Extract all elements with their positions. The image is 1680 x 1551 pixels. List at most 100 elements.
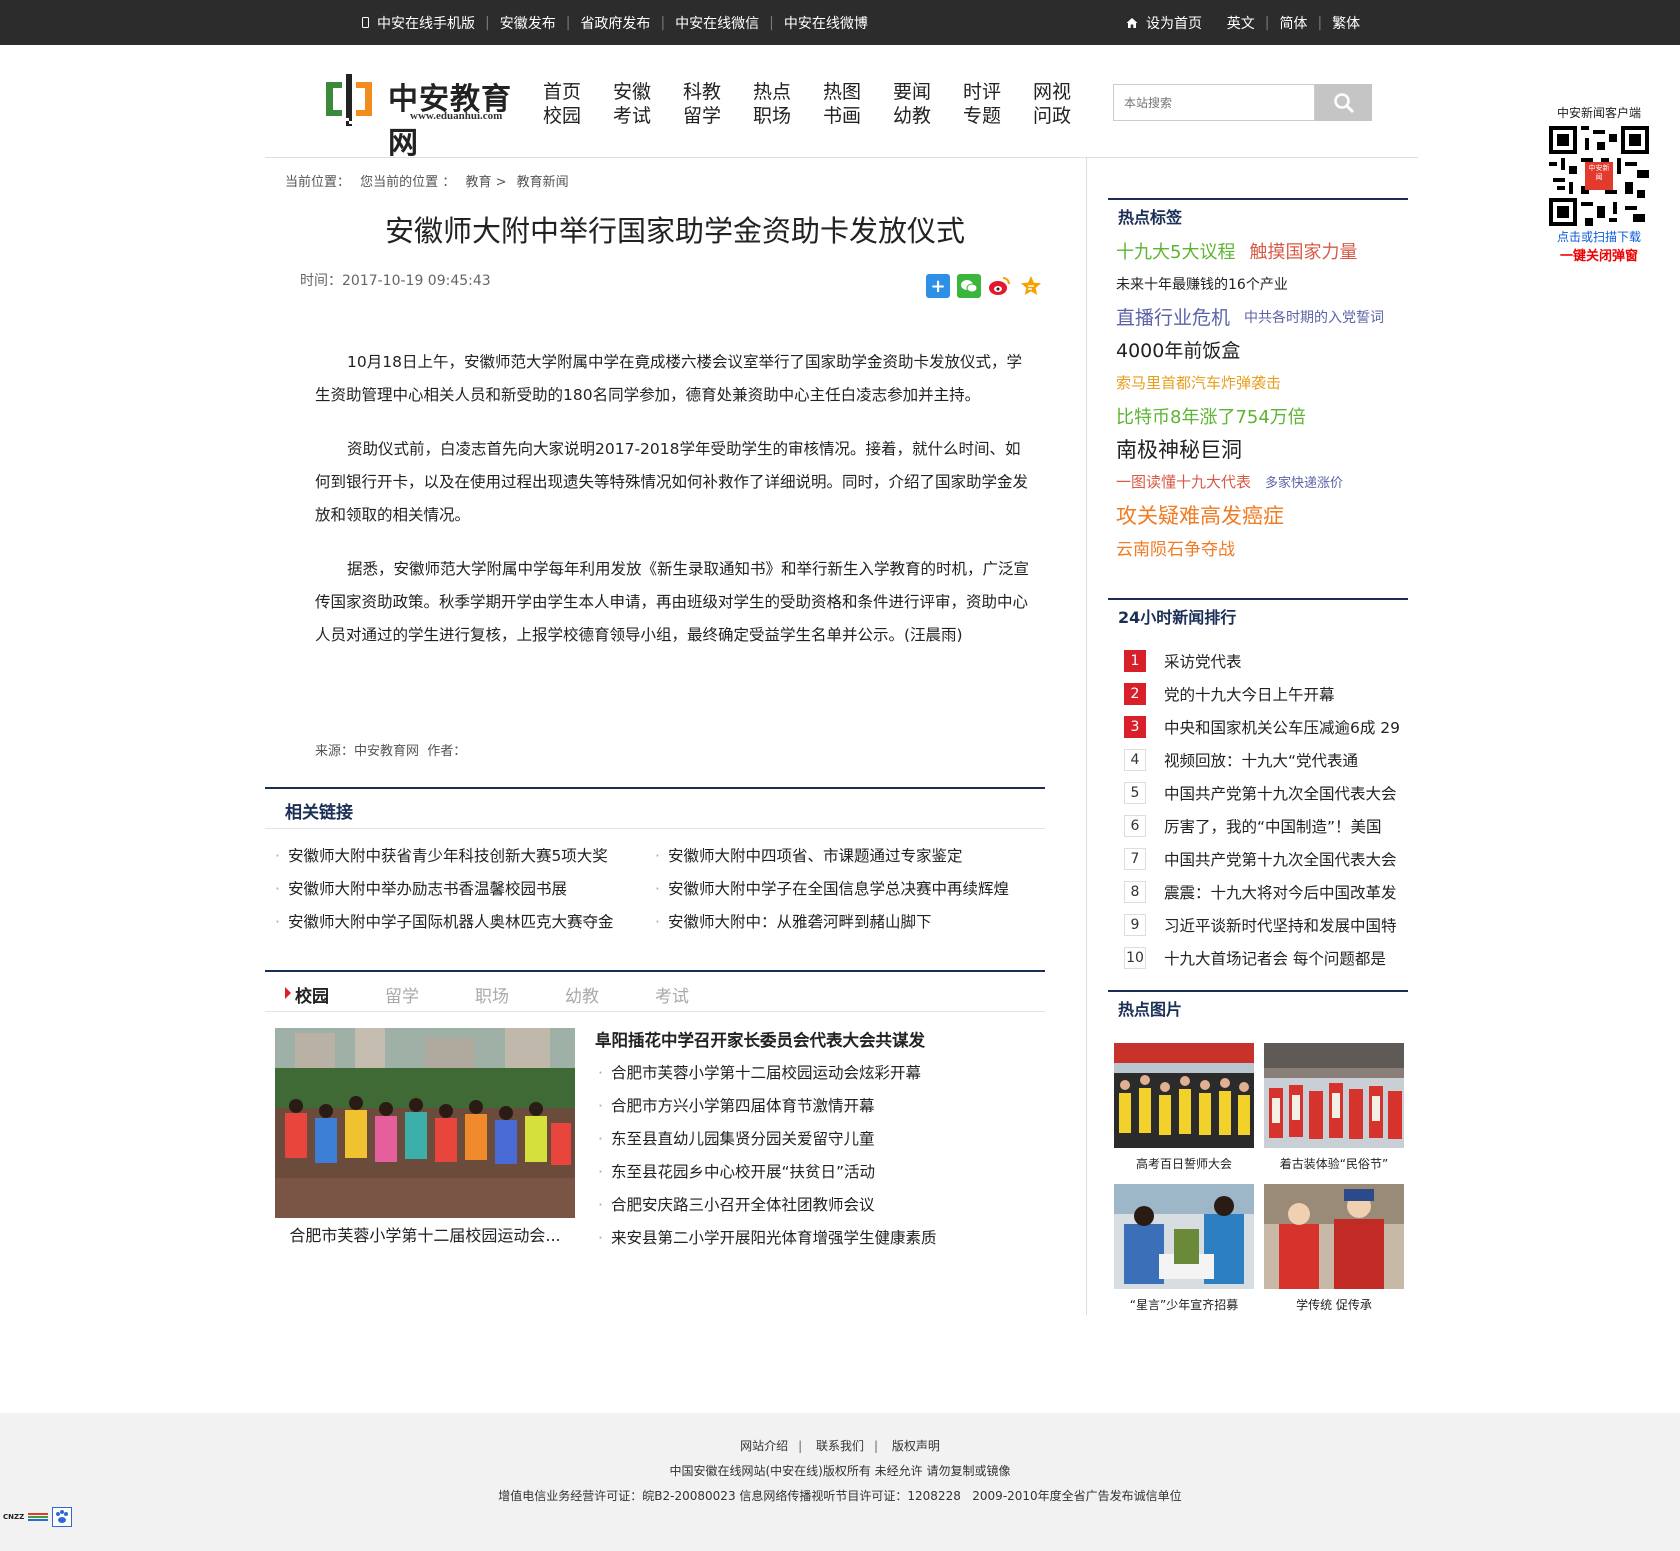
mobile-link[interactable]: 中安在线手机版 [377,13,475,33]
qr-code[interactable]: 中安新闻 [1549,126,1649,226]
rank-item[interactable]: 8 震震：十九大将对今后中国改革发 [1124,875,1414,908]
english-link[interactable]: 英文 [1227,13,1255,33]
weibo-link[interactable]: 中安在线微博 [784,13,868,33]
hot-pic-image[interactable] [1114,1043,1254,1148]
hot-pic[interactable]: “星言”少年宣齐招募 [1114,1184,1254,1313]
campus-photo-caption[interactable]: 合肥市芙蓉小学第十二届校园运动会... [275,1222,575,1246]
nav-special[interactable]: 专题 [963,105,1001,127]
rank-title[interactable]: 中国共产党第十九次全国代表大会 [1164,848,1397,870]
list-item[interactable]: 合肥市方兴小学第四届体育节激情开幕 [598,1090,936,1123]
rank-title[interactable]: 视频回放：十九大“党代表通 [1164,749,1358,771]
breadcrumb-current[interactable]: 您当前的位置 [360,175,438,190]
nav-hot-pics[interactable]: 热图 [823,81,861,103]
rank-item[interactable]: 9 习近平谈新时代坚持和发展中国特 [1124,908,1414,941]
nav-commentary[interactable]: 时评 [963,81,1001,103]
related-link[interactable]: 安徽师大附中获省青少年科技创新大赛5项大奖 [275,844,655,866]
campus-headline[interactable]: 阜阳插花中学召开家长委员会代表大会共谋发 [595,1027,925,1051]
hot-tag[interactable]: 直播行业危机 [1116,303,1230,330]
hot-tag[interactable]: 云南陨石争夺战 [1116,535,1235,560]
hot-tag[interactable]: 未来十年最赚钱的16个产业 [1116,274,1288,294]
nav-exam[interactable]: 考试 [613,105,651,127]
nav-calligraphy[interactable]: 书画 [823,105,861,127]
weibo-share-icon[interactable] [988,274,1012,298]
qr-close-button[interactable]: 一键关闭弹窗 [1544,245,1654,264]
tab-study-abroad[interactable]: 留学 [385,982,419,1007]
nav-science[interactable]: 科教 [683,81,721,103]
list-item[interactable]: 合肥安庆路三小召开全体社团教师会议 [598,1189,936,1222]
nav-anhui[interactable]: 安徽 [613,81,651,103]
nav-preschool[interactable]: 幼教 [893,105,931,127]
rank-item[interactable]: 4 视频回放：十九大“党代表通 [1124,743,1414,776]
rank-item[interactable]: 1 采访党代表 [1124,644,1414,677]
list-item[interactable]: 东至县直幼儿园集贤分园关爱留守儿童 [598,1123,936,1156]
related-link[interactable]: 安徽师大附中学子在全国信息学总决赛中再续辉煌 [655,877,1045,899]
qr-download-text[interactable]: 点击或扫描下载 [1544,228,1654,245]
simplified-link[interactable]: 简体 [1279,13,1307,33]
nav-hot[interactable]: 热点 [753,81,791,103]
hot-tag[interactable]: 触摸国家力量 [1249,238,1357,264]
nav-video[interactable]: 网视 [1033,81,1071,103]
hot-tag[interactable]: 中共各时期的入党誓词 [1244,307,1384,327]
footer-about-link[interactable]: 网站介绍 [740,1439,788,1453]
tab-career[interactable]: 职场 [475,982,509,1007]
list-item[interactable]: 来安县第二小学开展阳光体育增强学生健康素质 [598,1222,937,1255]
hot-tag[interactable]: 南极神秘巨洞 [1116,434,1242,464]
hot-pic-image[interactable] [1114,1184,1254,1289]
rank-title[interactable]: 厉害了，我的“中国制造”！美国 [1164,815,1382,837]
hot-pic-caption[interactable]: “星言”少年宣齐招募 [1114,1296,1254,1313]
site-logo[interactable]: 中安教育网 www.eduanhui.com [326,70,526,161]
campus-featured-photo[interactable] [275,1028,575,1218]
hot-tag[interactable]: 多家快递涨价 [1265,472,1343,491]
rank-title[interactable]: 采访党代表 [1164,650,1242,672]
hot-pic-image[interactable] [1264,1043,1404,1148]
rank-title[interactable]: 震震：十九大将对今后中国改革发 [1164,881,1397,903]
cnzz-badge[interactable]: CNZZ [3,1513,24,1521]
hot-tag[interactable]: 一图读懂十九大代表 [1116,471,1251,492]
favorite-star-icon[interactable] [1019,274,1043,298]
hot-tag[interactable]: 比特币8年涨了754万倍 [1116,403,1306,429]
nav-politics[interactable]: 问政 [1033,105,1071,127]
related-link[interactable]: 安徽师大附中举办励志书香温馨校园书展 [275,877,655,899]
wechat-link[interactable]: 中安在线微信 [675,13,759,33]
related-link[interactable]: 安徽师大附中：从雅砻河畔到赭山脚下 [655,910,1045,932]
rank-item[interactable]: 10 十九大首场记者会 每个问题都是 [1124,941,1414,974]
hot-pic[interactable]: 学传统 促传承 [1264,1184,1404,1313]
hot-tag[interactable]: 十九大5大议程 [1116,238,1235,264]
nav-study-abroad[interactable]: 留学 [683,105,721,127]
rank-item[interactable]: 6 厉害了，我的“中国制造”！美国 [1124,809,1414,842]
rank-item[interactable]: 5 中国共产党第十九次全国代表大会 [1124,776,1414,809]
baidu-paw-icon[interactable] [52,1507,73,1527]
nav-home[interactable]: 首页 [543,81,581,103]
traditional-link[interactable]: 繁体 [1332,13,1360,33]
rank-item[interactable]: 7 中国共产党第十九次全国代表大会 [1124,842,1414,875]
hot-tag[interactable]: 索马里首都汽车炸弹袭击 [1116,372,1281,393]
hot-tag[interactable]: 4000年前饭盒 [1116,336,1240,363]
rank-title[interactable]: 十九大首场记者会 每个问题都是 [1164,947,1386,969]
hot-pic-image[interactable] [1264,1184,1404,1289]
hot-tag[interactable]: 攻关疑难高发癌症 [1116,500,1284,530]
hot-pic-caption[interactable]: 高考百日誓师大会 [1114,1155,1254,1172]
set-homepage-link[interactable]: 设为首页 [1146,13,1202,33]
nav-campus[interactable]: 校园 [543,105,581,127]
search-input[interactable] [1113,84,1315,121]
rank-item[interactable]: 2 党的十九大今日上午开幕 [1124,677,1414,710]
footer-copyright-link[interactable]: 版权声明 [892,1439,940,1453]
anhui-publish-link[interactable]: 安徽发布 [500,13,556,33]
nav-career[interactable]: 职场 [753,105,791,127]
rank-title[interactable]: 党的十九大今日上午开幕 [1164,683,1335,705]
rank-title[interactable]: 中央和国家机关公车压减逾6成 29 [1164,716,1400,738]
rank-item[interactable]: 3 中央和国家机关公车压减逾6成 29 [1124,710,1414,743]
hot-pic[interactable]: 高考百日誓师大会 [1114,1043,1254,1172]
wechat-share-icon[interactable] [957,274,981,298]
tab-exam[interactable]: 考试 [655,982,689,1007]
rank-title[interactable]: 习近平谈新时代坚持和发展中国特 [1164,914,1397,936]
app-download-float[interactable]: 中安新闻客户端 中安新闻 点击或扫描下载 一键关闭弹窗 [1544,104,1654,264]
search-button[interactable] [1315,84,1372,121]
hot-pic[interactable]: 着古装体验“民俗节” [1264,1043,1404,1172]
footer-contact-link[interactable]: 联系我们 [816,1439,864,1453]
tab-campus[interactable]: 校园 [295,982,329,1007]
related-link[interactable]: 安徽师大附中学子国际机器人奥林匹克大赛夺金 [275,910,655,932]
share-more-icon[interactable]: + [926,274,950,298]
breadcrumb-education-news[interactable]: 教育新闻 [517,175,569,190]
breadcrumb-education[interactable]: 教育 [465,175,491,190]
